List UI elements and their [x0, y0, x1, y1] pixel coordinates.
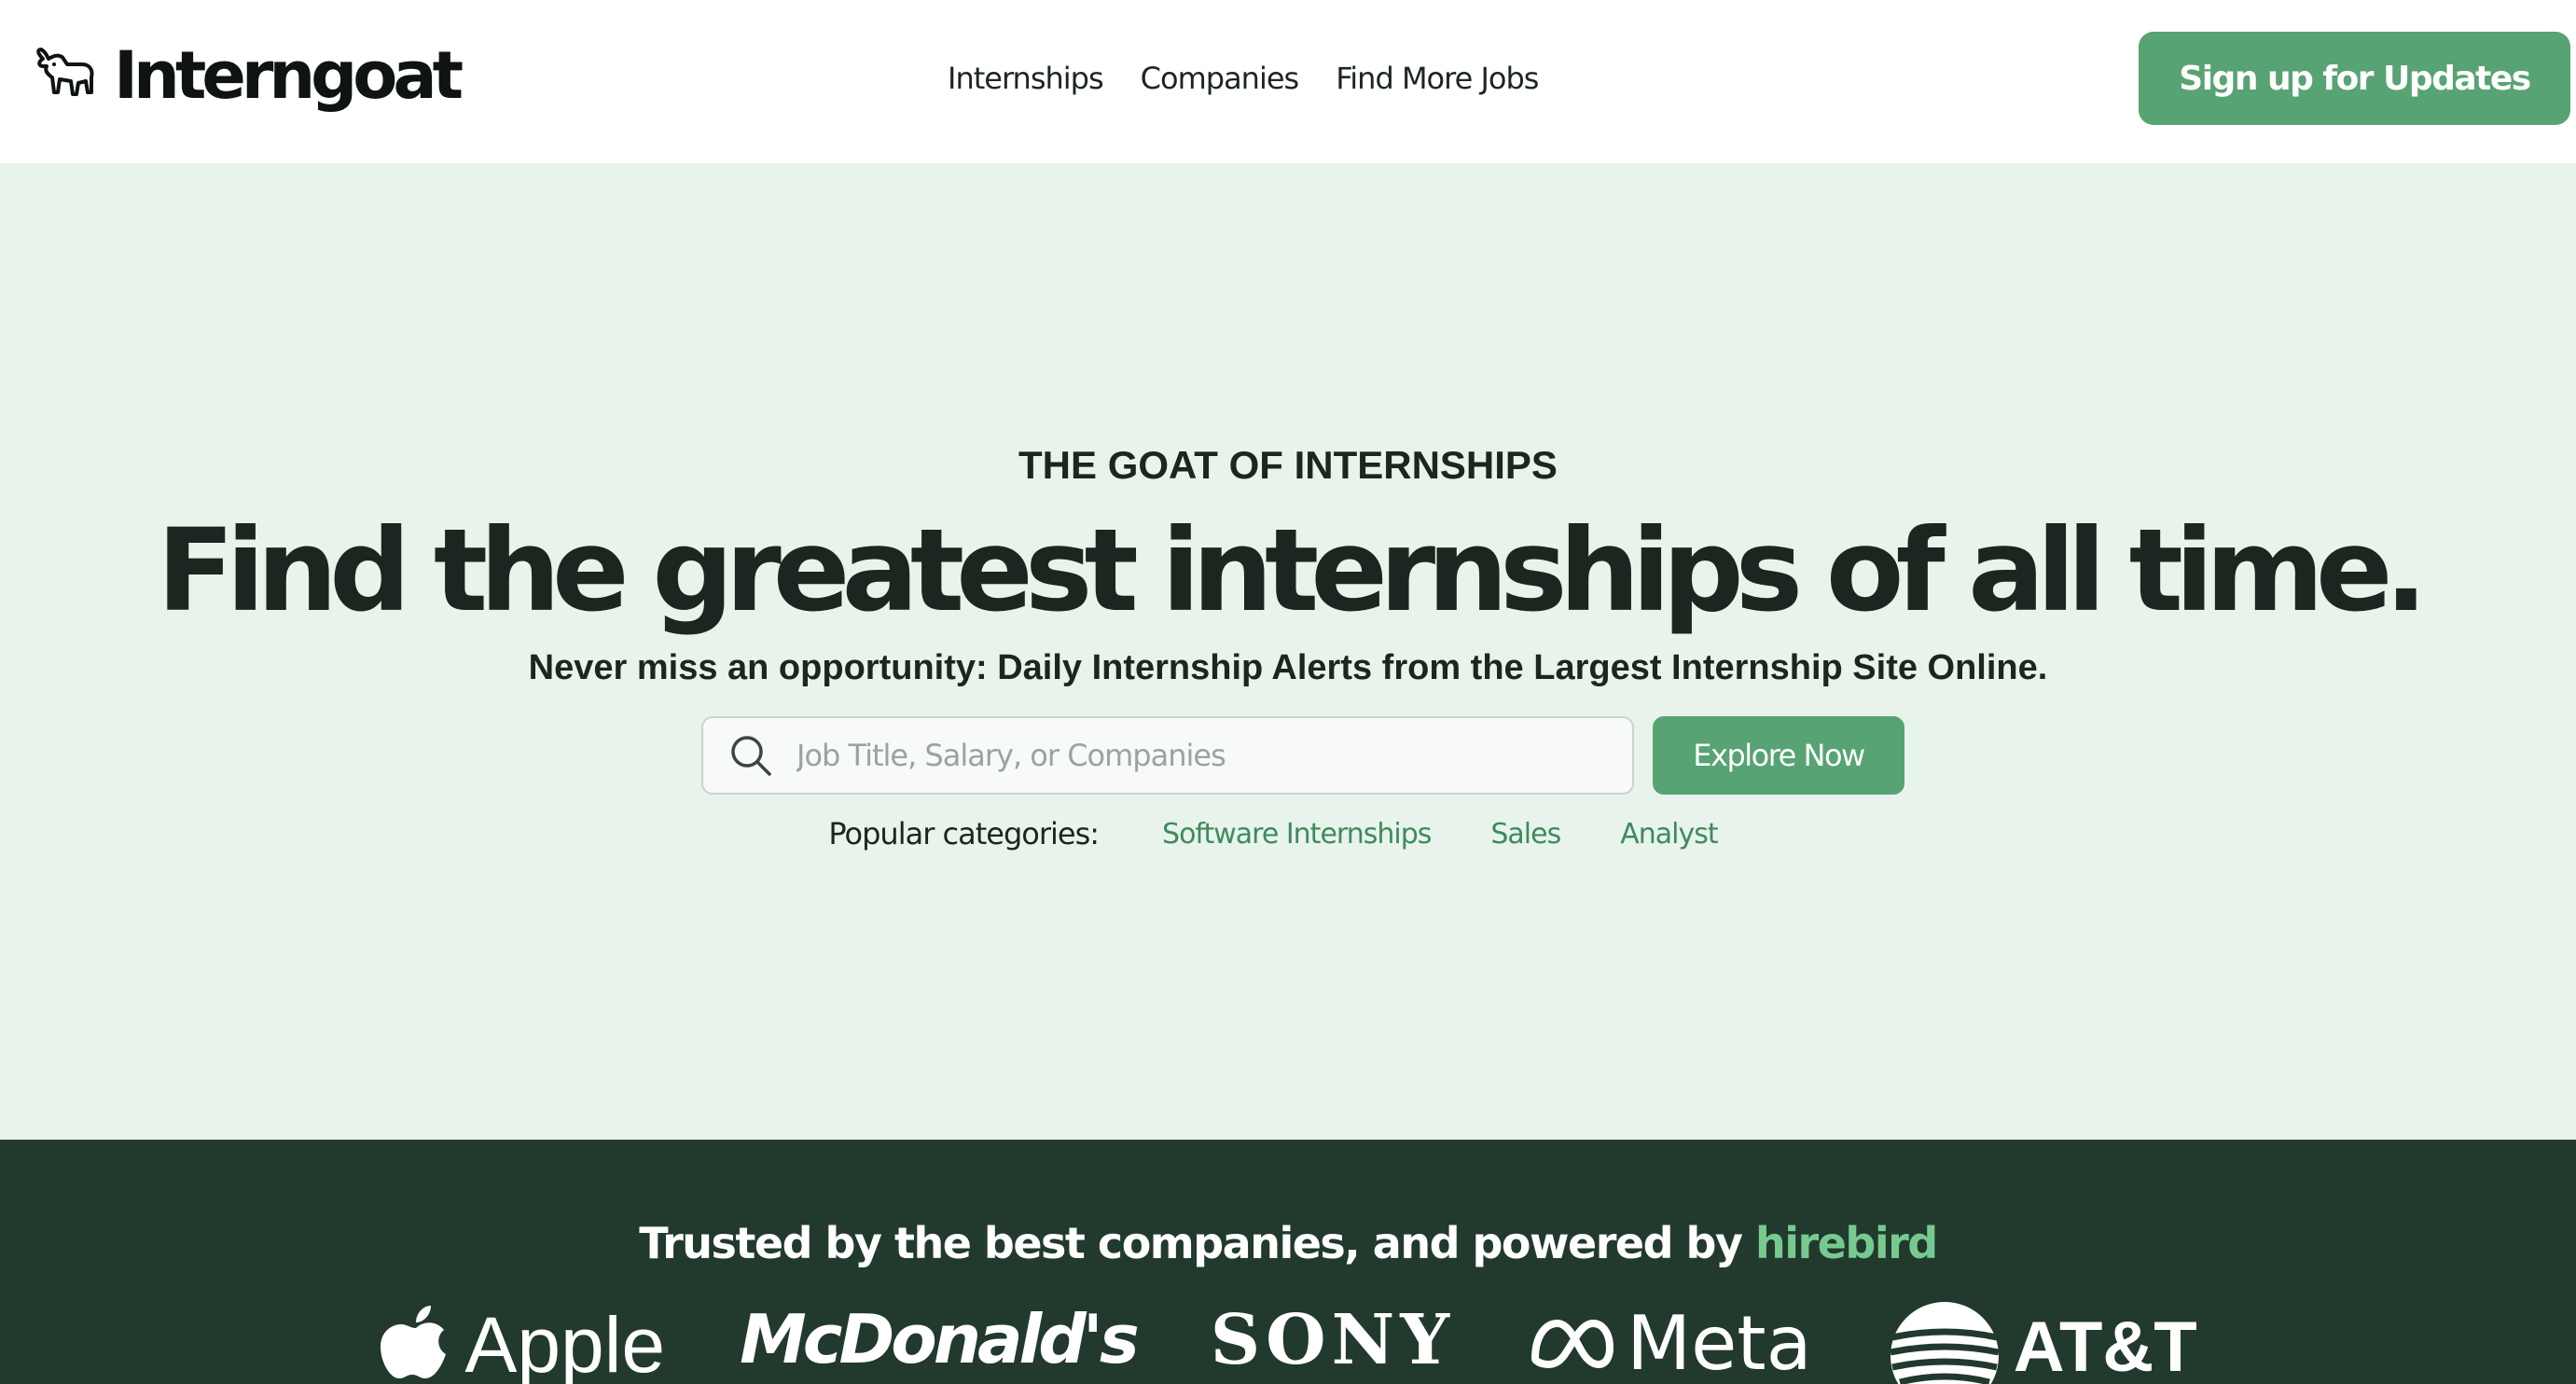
- hero-subhead: Never miss an opportunity: Daily Interns…: [528, 648, 2048, 687]
- categories-label: Popular categories:: [828, 816, 1100, 851]
- nav-companies[interactable]: Companies: [1141, 61, 1300, 96]
- att-logo: AT&T: [1887, 1300, 2197, 1384]
- meta-infinity-icon: [1531, 1319, 1614, 1368]
- apple-wordmark: Apple: [464, 1301, 666, 1384]
- hero-headline: Find the greatest internships of all tim…: [157, 505, 2428, 637]
- meta-logo: Meta: [1530, 1300, 1812, 1384]
- mcdonalds-wordmark: McDonald's: [740, 1300, 1140, 1378]
- company-logos: Apple McDonald's SONY Meta AT&T: [0, 1300, 2576, 1384]
- search-input[interactable]: [795, 727, 1597, 783]
- trusted-heading: Trusted by the best companies, and power…: [0, 1218, 2576, 1268]
- category-sales[interactable]: Sales: [1490, 818, 1561, 851]
- site-logo[interactable]: Interngoat: [34, 34, 464, 118]
- hirebird-link[interactable]: hirebird: [1755, 1218, 1938, 1268]
- explore-now-button[interactable]: Explore Now: [1653, 716, 1904, 795]
- search-box[interactable]: [701, 716, 1634, 795]
- att-wordmark: AT&T: [2013, 1307, 2197, 1384]
- trusted-by-section: Trusted by the best companies, and power…: [0, 1140, 2576, 1384]
- category-analyst[interactable]: Analyst: [1620, 818, 1718, 851]
- sony-logo: SONY: [1211, 1300, 1455, 1380]
- logo-text: Interngoat: [114, 37, 464, 114]
- trusted-heading-text: Trusted by the best companies, and power…: [639, 1218, 1743, 1268]
- goat-icon: [36, 48, 94, 96]
- meta-wordmark: Meta: [1627, 1300, 1812, 1384]
- signup-button[interactable]: Sign up for Updates: [2139, 32, 2570, 125]
- hero-section: THE GOAT OF INTERNSHIPS Find the greates…: [0, 163, 2576, 1140]
- att-globe-icon: [1889, 1302, 2000, 1384]
- search-icon: [731, 736, 771, 776]
- apple-logo: Apple: [379, 1300, 665, 1384]
- mcdonalds-logo: McDonald's: [740, 1300, 1140, 1378]
- popular-categories: Popular categories: Software Internships…: [0, 816, 2576, 851]
- site-header: Interngoat Internships Companies Find Mo…: [0, 0, 2576, 163]
- main-nav: Internships Companies Find More Jobs: [948, 52, 1575, 104]
- nav-internships[interactable]: Internships: [948, 61, 1104, 96]
- nav-find-more-jobs[interactable]: Find More Jobs: [1336, 61, 1539, 96]
- apple-logo-icon: [381, 1305, 447, 1378]
- hero-eyebrow: THE GOAT OF INTERNSHIPS: [1018, 443, 1558, 487]
- category-software-internships[interactable]: Software Internships: [1162, 818, 1432, 851]
- sony-wordmark: SONY: [1210, 1300, 1456, 1380]
